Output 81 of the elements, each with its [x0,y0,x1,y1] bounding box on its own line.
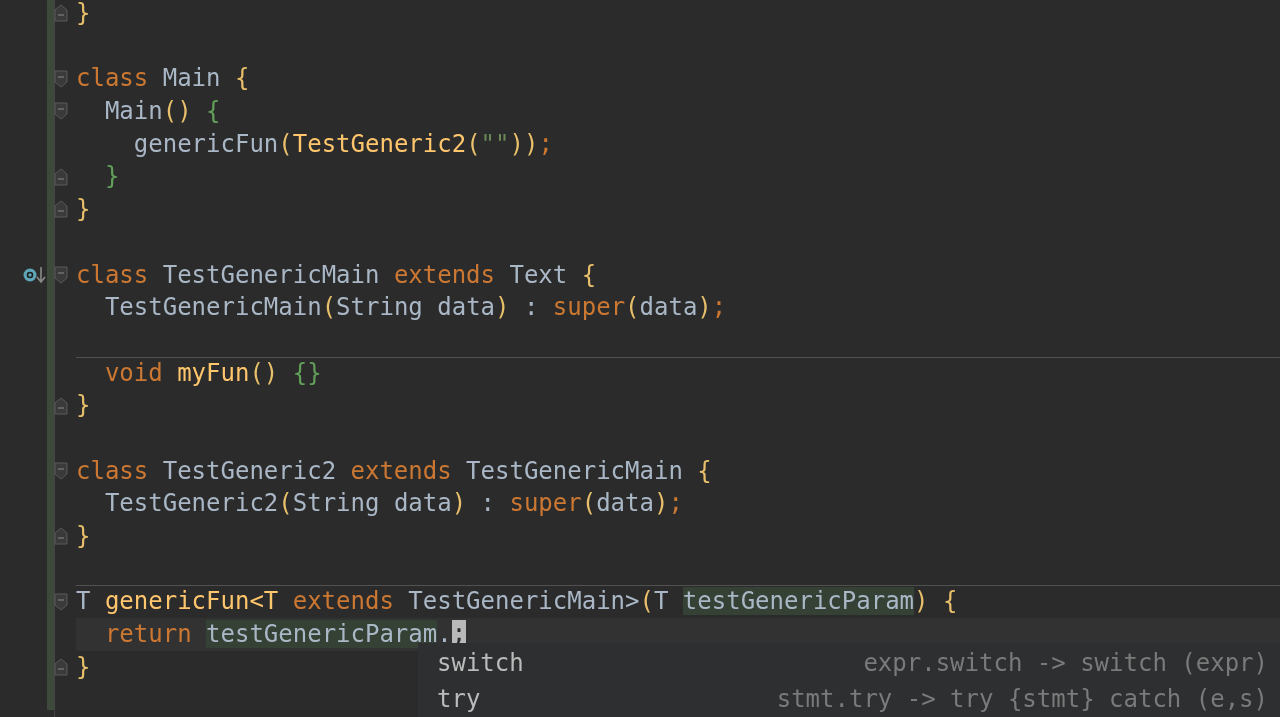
code-bracket: ) [495,293,510,322]
code-keyword: extends [292,587,394,616]
code-bracket: ) [914,587,929,616]
code-keyword: super [552,293,626,322]
code-bracket: () [162,97,192,126]
code-identifier: String data [336,293,496,322]
code-identifier: testGenericParam [206,620,438,649]
completion-hint: stmt.try -> try {stmt} catch (e,s) [776,685,1268,713]
code-identifier: testGenericParam [682,587,915,616]
code-identifier: : [480,489,496,518]
function-name: genericFun<T [104,587,279,616]
code-keyword: ; [668,489,683,518]
code-identifier: data [639,293,698,322]
completion-item[interactable]: try stmt.try -> try {stmt} catch (e,s) [418,681,1280,717]
fold-marker-icon[interactable] [54,527,68,546]
completion-name: try [437,685,481,713]
code-bracket: ( [466,129,481,158]
code-bracket: () [249,358,279,387]
code-identifier: Text [509,260,568,289]
code-bracket: } [76,195,91,224]
code-identifier: data [596,489,654,518]
completion-name: switch [437,649,524,677]
code-bracket: ) [653,489,669,518]
code-bracket: ( [278,129,293,158]
code-bracket: ( [278,489,293,518]
completion-hint: expr.switch -> switch (expr) [863,649,1268,677]
circle-arrow-icon[interactable] [22,264,46,285]
code-bracket: } [76,522,91,550]
code-keyword: extends [393,260,496,289]
code-bracket: { [206,97,221,126]
fold-marker-icon[interactable] [54,102,68,121]
code-bracket: } [76,391,91,420]
code-identifier: TestGenericMain [104,293,322,322]
fold-marker-icon[interactable] [54,69,68,88]
code-bracket: { [697,456,712,485]
fold-marker-icon[interactable] [54,265,68,284]
code-identifier: Main [162,64,221,93]
string-literal: "" [480,129,510,158]
code-identifier: TestGeneric2 [104,489,279,518]
code-bracket: ( [321,293,337,322]
code-keyword: extends [350,456,452,485]
code-identifier: T [76,587,91,616]
code-identifier: TestGenericMain> [408,587,640,616]
code-identifier: TestGenericMain [162,260,380,289]
code-bracket: { [234,64,250,93]
code-keyword: super [509,489,582,518]
function-name: myFun [177,358,250,387]
code-keyword: class [76,260,149,289]
fold-marker-icon[interactable] [54,658,68,677]
code-bracket: } [104,162,120,191]
code-bracket: { [581,260,597,289]
code-identifier: TestGeneric2 [162,456,337,485]
fold-marker-icon[interactable] [54,592,68,611]
code-identifier: Main [104,97,163,126]
code-identifier: genericFun [133,129,279,158]
code-bracket: { [942,587,958,616]
fold-marker-icon[interactable] [54,396,68,415]
code-bracket: ( [581,489,597,518]
code-bracket: ) [697,293,712,322]
code-keyword: class [76,456,149,485]
code-keyword: return [104,620,192,649]
code-bracket: )) [509,129,539,158]
code-identifier: String data [292,489,452,518]
function-name: TestGeneric2 [292,129,467,158]
code-identifier: T [653,587,669,616]
code-bracket: ( [625,293,640,322]
fold-marker-icon[interactable] [54,461,68,480]
code-bracket: ( [639,587,654,616]
code-keyword: class [76,64,149,93]
code-bracket: ) [451,489,467,518]
code-keyword: void [104,358,163,387]
code-bracket: } [76,0,91,27]
fold-marker-icon[interactable] [54,200,68,219]
code-keyword: ; [711,293,727,322]
code-bracket: } [76,652,91,681]
code-keyword: ; [538,129,553,158]
code-identifier: TestGenericMain [466,456,683,485]
fold-marker-icon[interactable] [54,167,68,186]
fold-marker-icon[interactable] [54,4,68,23]
code-identifier: : [523,293,539,322]
code-bracket: {} [292,358,322,387]
